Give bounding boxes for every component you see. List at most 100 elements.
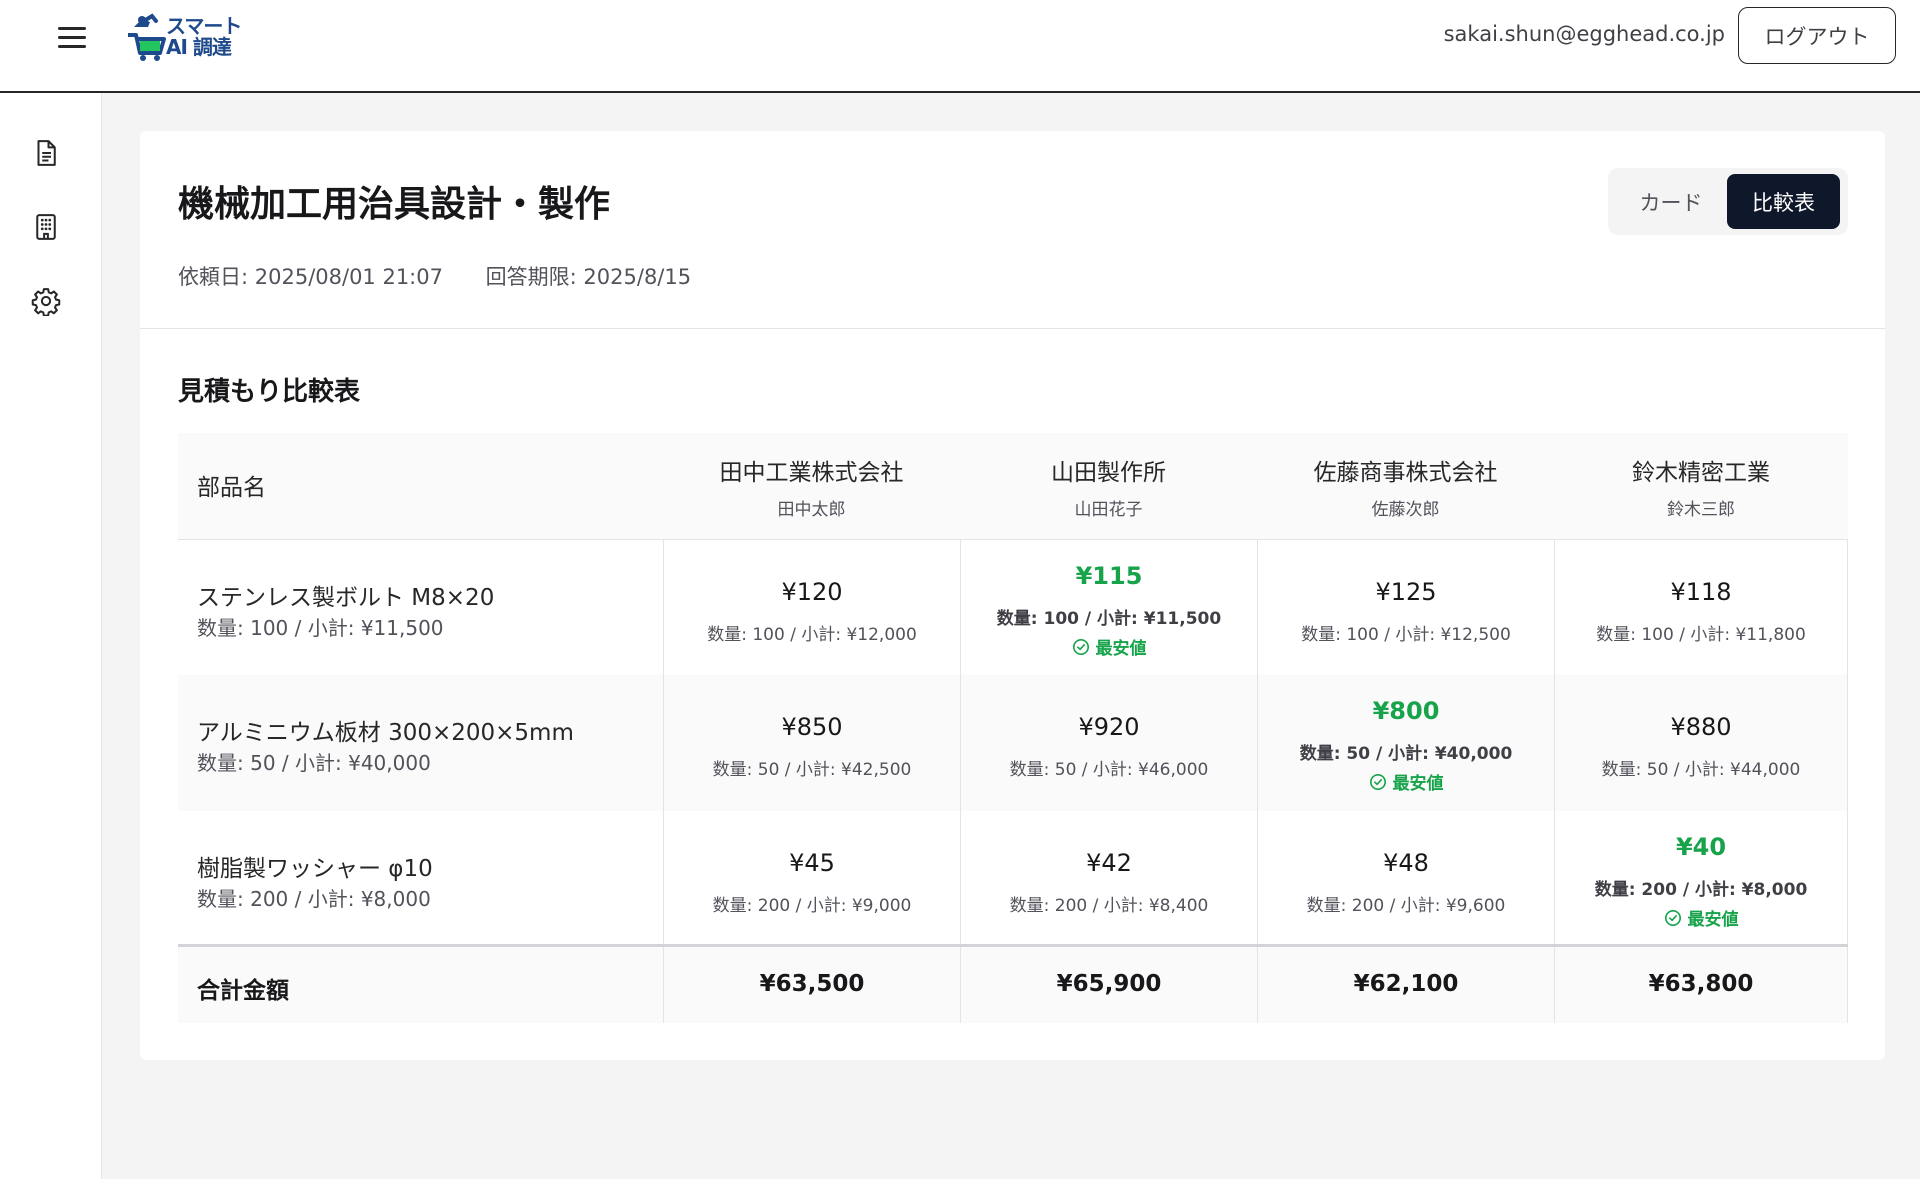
total-cell: ¥62,100 [1257, 947, 1554, 1023]
part-summary: 数量: 200 / 小計: ¥8,000 [197, 887, 431, 911]
sidebar [0, 93, 102, 1179]
request-date: 依頼日: 2025/08/01 21:07 [178, 265, 443, 289]
quote-detail: 数量: 200 / 小計: ¥9,000 [712, 896, 912, 916]
vendor-header-cell: 田中工業株式会社 田中太郎 [663, 433, 960, 539]
part-summary: 数量: 50 / 小計: ¥40,000 [197, 751, 431, 775]
unit-price-best: ¥115 [1075, 562, 1143, 590]
total-cell: ¥65,900 [960, 947, 1257, 1023]
logo-robot-cart-icon [128, 13, 166, 61]
request-meta: 依頼日: 2025/08/01 21:07 回答期限: 2025/8/15 [178, 261, 691, 291]
quote-cell: ¥120 数量: 100 / 小計: ¥12,000 [663, 540, 960, 675]
unit-price: ¥920 [1078, 713, 1140, 741]
logout-button[interactable]: ログアウト [1738, 7, 1896, 64]
hamburger-menu-icon[interactable] [56, 22, 88, 54]
part-cell: アルミニウム板材 300×200×5mm 数量: 50 / 小計: ¥40,00… [178, 675, 663, 811]
document-icon[interactable] [31, 138, 61, 168]
page-title: 機械加工用治具設計・製作 [178, 184, 611, 225]
vendor-contact: 田中太郎 [777, 500, 846, 520]
quote-detail: 数量: 100 / 小計: ¥11,500 [996, 609, 1222, 629]
unit-price: ¥48 [1383, 849, 1429, 877]
quote-cell-best: ¥800 数量: 50 / 小計: ¥40,000 最安値 [1257, 675, 1554, 811]
unit-price: ¥45 [789, 849, 835, 877]
unit-price-best: ¥800 [1372, 697, 1440, 725]
header-part-cell: 部品名 [178, 433, 663, 539]
quote-cell: ¥42 数量: 200 / 小計: ¥8,400 [960, 811, 1257, 944]
unit-price: ¥42 [1086, 849, 1132, 877]
quote-detail: 数量: 50 / 小計: ¥42,500 [712, 760, 912, 780]
vendor-name: 佐藤商事株式会社 [1313, 460, 1498, 486]
total-row: 合計金額 ¥63,500 ¥65,900 ¥62,100 ¥63,800 [178, 947, 1848, 1023]
part-cell: ステンレス製ボルト M8×20 数量: 100 / 小計: ¥11,500 [178, 540, 663, 675]
lowest-price-badge: 最安値 [961, 634, 1257, 659]
app-logo[interactable]: スマート AI 調達 [126, 13, 242, 63]
quote-cell-best: ¥115 数量: 100 / 小計: ¥11,500 最安値 [960, 540, 1257, 675]
table-header-row: 部品名 田中工業株式会社 田中太郎 山田製作所 山田花子 佐藤商事株式会社 佐藤… [178, 433, 1848, 540]
total-label-cell: 合計金額 [178, 947, 663, 1023]
lowest-price-label: 最安値 [1687, 910, 1739, 930]
unit-price: ¥118 [1670, 578, 1732, 606]
total-amount: ¥62,100 [1353, 971, 1459, 997]
quote-cell: ¥118 数量: 100 / 小計: ¥11,800 [1554, 540, 1848, 675]
quote-cell: ¥920 数量: 50 / 小計: ¥46,000 [960, 675, 1257, 811]
vendor-header-cell: 鈴木精密工業 鈴木三郎 [1554, 433, 1848, 539]
table-row: アルミニウム板材 300×200×5mm 数量: 50 / 小計: ¥40,00… [178, 675, 1848, 811]
quote-detail: 数量: 200 / 小計: ¥8,000 [1594, 880, 1808, 900]
rfq-detail-card: 機械加工用治具設計・製作 依頼日: 2025/08/01 21:07 回答期限:… [140, 131, 1885, 1060]
quote-detail: 数量: 100 / 小計: ¥11,800 [1596, 625, 1806, 645]
comparison-section-title: 見積もり比較表 [178, 377, 361, 407]
vendor-header-cell: 佐藤商事株式会社 佐藤次郎 [1257, 433, 1554, 539]
table-row: ステンレス製ボルト M8×20 数量: 100 / 小計: ¥11,500 ¥1… [178, 540, 1848, 675]
lowest-price-badge: 最安値 [1258, 769, 1554, 794]
vendor-header-cell: 山田製作所 山田花子 [960, 433, 1257, 539]
quote-cell: ¥125 数量: 100 / 小計: ¥12,500 [1257, 540, 1554, 675]
quote-detail: 数量: 50 / 小計: ¥46,000 [1009, 760, 1209, 780]
unit-price-best: ¥40 [1675, 833, 1727, 861]
part-summary: 数量: 100 / 小計: ¥11,500 [197, 616, 444, 640]
part-name: 樹脂製ワッシャー φ10 [197, 856, 433, 882]
quote-cell: ¥880 数量: 50 / 小計: ¥44,000 [1554, 675, 1848, 811]
vendor-name: 山田製作所 [1051, 460, 1166, 486]
quote-detail: 数量: 50 / 小計: ¥44,000 [1601, 760, 1801, 780]
table-row: 樹脂製ワッシャー φ10 数量: 200 / 小計: ¥8,000 ¥45 数量… [178, 811, 1848, 947]
logo-line2: AI 調達 [166, 35, 232, 59]
quote-detail: 数量: 200 / 小計: ¥9,600 [1306, 896, 1506, 916]
card-header: 機械加工用治具設計・製作 依頼日: 2025/08/01 21:07 回答期限:… [140, 131, 1885, 329]
top-header: スマート AI 調達 sakai.shun@egghead.co.jp ログアウ… [0, 0, 1920, 93]
part-name: ステンレス製ボルト M8×20 [197, 585, 495, 611]
lowest-price-label: 最安値 [1392, 774, 1444, 794]
check-circle-icon [1369, 773, 1386, 790]
quote-detail: 数量: 50 / 小計: ¥40,000 [1299, 744, 1513, 764]
part-name-header: 部品名 [197, 475, 266, 501]
response-deadline: 回答期限: 2025/8/15 [485, 265, 692, 289]
lowest-price-badge: 最安値 [1555, 905, 1847, 930]
part-cell: 樹脂製ワッシャー φ10 数量: 200 / 小計: ¥8,000 [178, 811, 663, 944]
unit-price: ¥880 [1670, 713, 1732, 741]
check-circle-icon [1664, 909, 1681, 926]
lowest-price-label: 最安値 [1095, 639, 1147, 659]
quote-detail: 数量: 100 / 小計: ¥12,500 [1301, 625, 1511, 645]
logo-line1: スマート [166, 14, 242, 38]
view-toggle: カード 比較表 [1608, 168, 1848, 235]
total-cell: ¥63,500 [663, 947, 960, 1023]
quote-cell: ¥850 数量: 50 / 小計: ¥42,500 [663, 675, 960, 811]
card-view-button[interactable]: カード [1616, 174, 1726, 229]
vendor-name: 田中工業株式会社 [719, 460, 904, 486]
compare-view-button[interactable]: 比較表 [1727, 174, 1840, 229]
total-amount: ¥65,900 [1056, 971, 1162, 997]
total-label: 合計金額 [197, 978, 289, 1004]
vendor-contact: 鈴木三郎 [1667, 500, 1735, 520]
vendor-name: 鈴木精密工業 [1632, 460, 1770, 486]
vendor-contact: 佐藤次郎 [1371, 500, 1440, 520]
check-circle-icon [1072, 638, 1089, 655]
total-cell: ¥63,800 [1554, 947, 1848, 1023]
quote-detail: 数量: 100 / 小計: ¥12,000 [707, 625, 917, 645]
part-name: アルミニウム板材 300×200×5mm [197, 720, 574, 746]
quote-detail: 数量: 200 / 小計: ¥8,400 [1009, 896, 1209, 916]
quote-cell: ¥48 数量: 200 / 小計: ¥9,600 [1257, 811, 1554, 944]
total-amount: ¥63,500 [759, 971, 865, 997]
quote-cell: ¥45 数量: 200 / 小計: ¥9,000 [663, 811, 960, 944]
logo-text: スマート AI 調達 [166, 14, 242, 59]
building-icon[interactable] [31, 212, 61, 242]
gear-icon[interactable] [31, 286, 61, 317]
unit-price: ¥850 [781, 713, 843, 741]
